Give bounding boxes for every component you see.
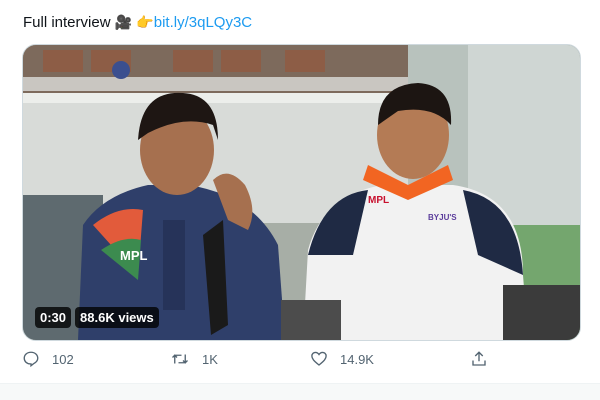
share-icon — [472, 351, 486, 366]
tweet-text-prefix: Full interview — [23, 14, 111, 31]
jacket-sponsor-text: MPL — [368, 195, 389, 206]
video-player[interactable]: MPL MPL BYJU'S 0:30 88.6K views — [22, 44, 581, 341]
movie-camera-icon: 🎥 — [114, 14, 133, 30]
share-button[interactable] — [470, 350, 488, 368]
reply-button[interactable]: 102 — [22, 350, 74, 368]
like-button[interactable]: 14.9K — [310, 350, 374, 368]
heart-icon — [311, 351, 327, 366]
video-frame: MPL MPL BYJU'S — [23, 45, 580, 340]
jacket-brand-text: BYJU'S — [428, 213, 457, 222]
retweet-button[interactable]: 1K — [170, 350, 218, 368]
reply-count: 102 — [52, 351, 74, 367]
tweet-text: Full interview 🎥 👉bit.ly/3qLQy3C — [23, 12, 252, 33]
retweet-count: 1K — [202, 351, 218, 367]
video-duration: 0:30 — [35, 307, 72, 328]
video-overlay: 0:30 88.6K views — [35, 307, 159, 328]
tweet-actions: 102 1K 14.9K — [0, 350, 600, 376]
tweet-link[interactable]: bit.ly/3qLQy3C — [154, 14, 252, 31]
reply-icon — [23, 351, 39, 368]
pointing-hand-icon: 👉 — [136, 14, 154, 30]
jersey-sponsor-text: MPL — [120, 248, 148, 263]
video-views: 88.6K views — [75, 307, 159, 328]
like-count: 14.9K — [340, 351, 374, 367]
footer-strip — [0, 384, 600, 400]
retweet-icon — [172, 354, 188, 364]
